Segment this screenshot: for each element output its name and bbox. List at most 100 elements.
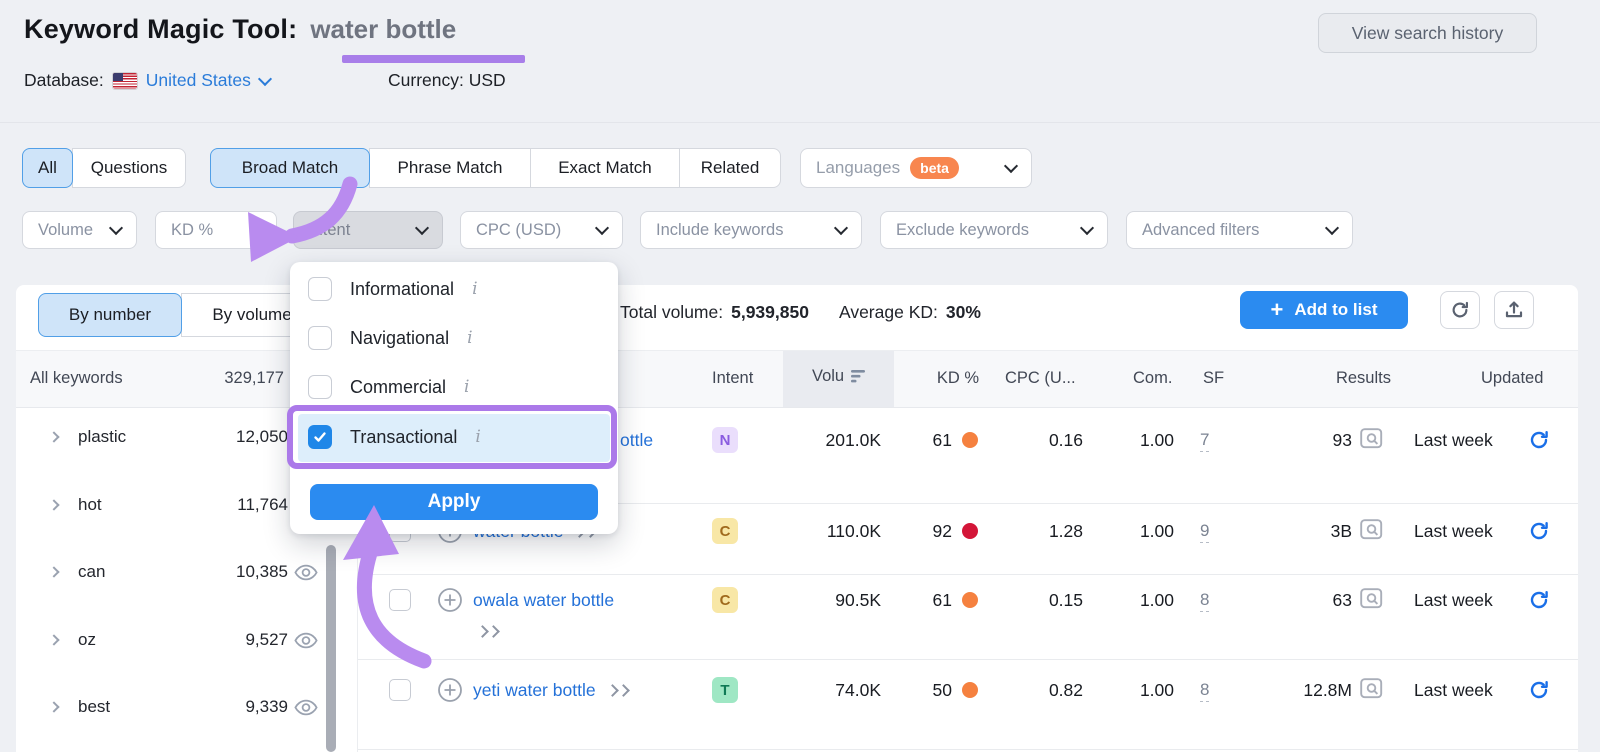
sf-cell[interactable]: 8 [1200, 680, 1209, 702]
sidebar-scrollbar[interactable] [326, 545, 336, 752]
average-kd-value: 30% [946, 302, 981, 323]
serp-icon[interactable] [1360, 588, 1383, 614]
info-icon[interactable]: i [472, 279, 477, 299]
sidebar-group-keyword[interactable]: oz [78, 630, 96, 650]
intent-option-informational[interactable]: Informational i [308, 277, 478, 301]
results-cell: 3B [1252, 521, 1352, 542]
refresh-metrics-icon[interactable] [1528, 520, 1550, 547]
column-header-com[interactable]: Com. [1133, 369, 1172, 388]
kd-indicator-dot [962, 592, 978, 608]
keyword-link[interactable]: ottle [620, 430, 653, 451]
by-number-toggle[interactable]: By number [38, 293, 182, 337]
eye-icon[interactable] [294, 699, 318, 721]
view-toggle: By number By volume [38, 293, 323, 337]
cpc-cell: 0.16 [1000, 430, 1083, 451]
sf-cell[interactable]: 8 [1200, 590, 1209, 612]
tab-exact-match[interactable]: Exact Match [530, 148, 680, 188]
header-divider [0, 122, 1600, 123]
kd-cell: 61 [895, 590, 952, 611]
refresh-button[interactable] [1440, 291, 1480, 329]
apply-button[interactable]: Apply [310, 484, 598, 520]
export-icon [1504, 300, 1524, 320]
database-label: Database: [24, 70, 104, 91]
expand-all-icon[interactable] [608, 686, 628, 695]
row-checkbox[interactable] [389, 679, 411, 701]
serp-icon[interactable] [1360, 428, 1383, 454]
expand-all-icon[interactable] [478, 627, 498, 636]
sidebar-group-keyword[interactable]: hot [78, 495, 102, 515]
chevron-down-icon [595, 221, 609, 235]
export-button[interactable] [1494, 291, 1534, 329]
sf-cell[interactable]: 7 [1200, 430, 1209, 452]
languages-dropdown-button[interactable]: Languages beta [800, 148, 1032, 188]
column-header-cpc[interactable]: CPC (U... [1005, 369, 1076, 388]
sidebar-group-keyword[interactable]: can [78, 562, 105, 582]
all-keywords-header[interactable]: All keywords [30, 369, 123, 388]
row-checkbox[interactable] [389, 589, 411, 611]
chevron-down-icon [258, 71, 272, 85]
info-icon[interactable]: i [464, 377, 469, 397]
all-keywords-count: 329,177 [164, 369, 284, 388]
currency-label: Currency: USD [388, 70, 506, 91]
sidebar-group-keyword[interactable]: best [78, 697, 110, 717]
column-header-intent[interactable]: Intent [712, 369, 753, 388]
sidebar-group-keyword[interactable]: plastic [78, 427, 126, 447]
info-icon[interactable]: i [467, 328, 472, 348]
updated-cell: Last week [1414, 430, 1493, 451]
add-to-list-button[interactable]: Add to list [1240, 291, 1408, 329]
tab-broad-match[interactable]: Broad Match [210, 148, 370, 188]
sf-cell[interactable]: 9 [1200, 521, 1209, 543]
com-cell: 1.00 [1094, 680, 1174, 701]
intent-option-label: Commercial [350, 377, 446, 398]
add-keyword-icon[interactable] [437, 677, 463, 708]
include-keywords-filter-button[interactable]: Include keywords [640, 211, 862, 249]
intent-option-commercial[interactable]: Commercial i [308, 375, 469, 399]
kd-cell: 61 [895, 430, 952, 451]
volume-cell: 201.0K [756, 430, 881, 451]
eye-icon[interactable] [294, 632, 318, 654]
database-selector[interactable]: Database: United States [24, 70, 270, 91]
cpc-filter-button[interactable]: CPC (USD) [460, 211, 623, 249]
keyword-link[interactable]: yeti water bottle [473, 680, 596, 701]
tab-questions[interactable]: Questions [72, 148, 186, 188]
serp-icon[interactable] [1360, 519, 1383, 545]
refresh-metrics-icon[interactable] [1528, 589, 1550, 616]
intent-filter-button[interactable]: Intent [293, 211, 443, 249]
refresh-metrics-icon[interactable] [1528, 429, 1550, 456]
plus-icon [1271, 299, 1284, 322]
tab-related[interactable]: Related [679, 148, 781, 188]
volume-filter-label: Volume [38, 221, 93, 240]
chevron-down-icon [249, 221, 263, 235]
exclude-keywords-label: Exclude keywords [896, 221, 1029, 240]
column-header-results[interactable]: Results [1291, 369, 1391, 388]
kd-indicator-dot [962, 432, 978, 448]
advanced-filters-button[interactable]: Advanced filters [1126, 211, 1353, 249]
tab-phrase-match[interactable]: Phrase Match [369, 148, 531, 188]
view-search-history-button[interactable]: View search history [1318, 13, 1537, 53]
checkbox[interactable] [308, 375, 332, 399]
transactional-highlight-annotation [287, 405, 617, 469]
row-divider [358, 749, 1578, 750]
tab-related-label: Related [701, 158, 760, 178]
tab-all[interactable]: All [22, 148, 73, 188]
checkbox[interactable] [308, 277, 332, 301]
chevron-down-icon [1080, 221, 1094, 235]
intent-option-navigational[interactable]: Navigational i [308, 326, 473, 350]
com-cell: 1.00 [1094, 590, 1174, 611]
exclude-keywords-filter-button[interactable]: Exclude keywords [880, 211, 1108, 249]
column-header-updated[interactable]: Updated [1481, 369, 1543, 388]
database-value: United States [146, 70, 251, 91]
kd-filter-button[interactable]: KD % [155, 211, 277, 249]
column-header-kd[interactable]: KD % [900, 369, 979, 388]
column-header-volume[interactable]: Volu [812, 367, 867, 386]
column-header-sf[interactable]: SF [1203, 369, 1224, 388]
serp-icon[interactable] [1360, 678, 1383, 704]
kd-cell: 50 [895, 680, 952, 701]
row-divider [358, 659, 1578, 660]
keyword-link[interactable]: owala water bottle [473, 590, 614, 611]
refresh-metrics-icon[interactable] [1528, 679, 1550, 706]
eye-icon[interactable] [294, 564, 318, 586]
volume-filter-button[interactable]: Volume [22, 211, 137, 249]
add-keyword-icon[interactable] [437, 587, 463, 618]
checkbox[interactable] [308, 326, 332, 350]
